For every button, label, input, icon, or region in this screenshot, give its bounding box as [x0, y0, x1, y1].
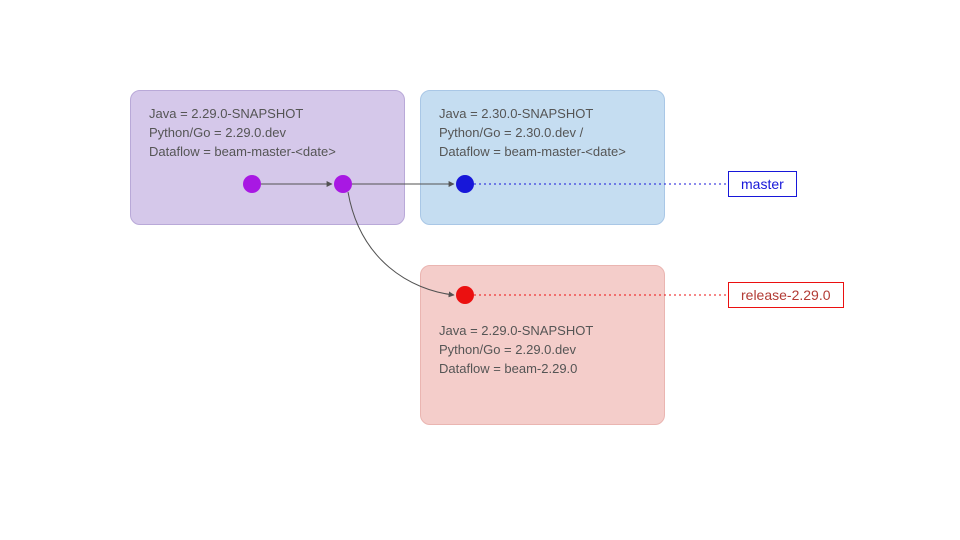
- java-version: Java = 2.29.0-SNAPSHOT: [149, 105, 386, 124]
- branch-label-master: master: [728, 171, 797, 197]
- java-version: Java = 2.29.0-SNAPSHOT: [439, 322, 646, 341]
- box-pre-branch: Java = 2.29.0-SNAPSHOT Python/Go = 2.29.…: [130, 90, 405, 225]
- branch-label-text: master: [741, 176, 784, 192]
- commit-pre-1: [243, 175, 261, 193]
- diagram-canvas: Java = 2.29.0-SNAPSHOT Python/Go = 2.29.…: [0, 0, 960, 540]
- commit-master: [456, 175, 474, 193]
- python-go-version: Python/Go = 2.29.0.dev: [149, 124, 386, 143]
- dataflow-version: Dataflow = beam-2.29.0: [439, 360, 646, 379]
- python-go-version: Python/Go = 2.29.0.dev: [439, 341, 646, 360]
- python-go-version: Python/Go = 2.30.0.dev /: [439, 124, 646, 143]
- branch-label-text: release-2.29.0: [741, 287, 831, 303]
- java-version: Java = 2.30.0-SNAPSHOT: [439, 105, 646, 124]
- branch-label-release: release-2.29.0: [728, 282, 844, 308]
- dataflow-version: Dataflow = beam-master-<date>: [439, 143, 646, 162]
- box-master-next: Java = 2.30.0-SNAPSHOT Python/Go = 2.30.…: [420, 90, 665, 225]
- commit-release: [456, 286, 474, 304]
- commit-pre-2: [334, 175, 352, 193]
- dataflow-version: Dataflow = beam-master-<date>: [149, 143, 386, 162]
